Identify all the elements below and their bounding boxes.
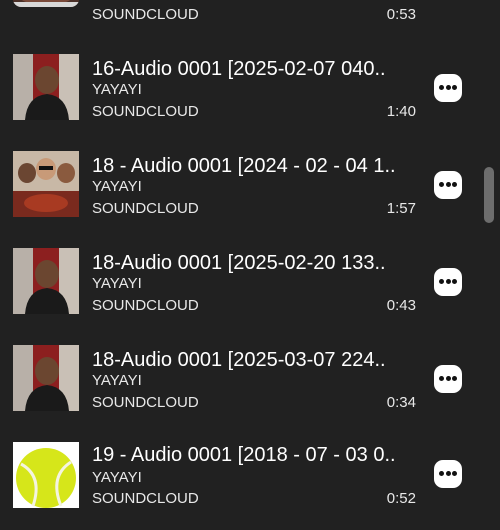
- more-dot-icon: [452, 376, 457, 381]
- more-dot-icon: [452, 279, 457, 284]
- track-thumbnail: [13, 54, 79, 120]
- track-duration: 0:53: [386, 6, 416, 23]
- track-duration: 0:34: [386, 394, 416, 411]
- more-options-button[interactable]: [434, 171, 462, 199]
- track-list: SOUNDCLOUD 0:53 16-Audio 0001 [2025-02-0…: [0, 0, 500, 508]
- track-thumbnail: [13, 442, 79, 508]
- track-duration: 0:43: [386, 297, 416, 314]
- more-dot-icon: [452, 182, 457, 187]
- person-thumbnail-image: [13, 54, 79, 120]
- track-row[interactable]: 18-Audio 0001 [2025-02-20 133.. YAYAYI S…: [0, 239, 470, 336]
- more-dot-icon: [445, 85, 451, 90]
- group-thumbnail-image: [13, 151, 79, 217]
- track-source: SOUNDCLOUD: [92, 297, 199, 314]
- track-title: 18-Audio 0001 [2025-03-07 224..: [92, 349, 386, 371]
- tennis-ball-thumbnail-image: [13, 442, 79, 508]
- more-dot-icon: [439, 182, 444, 187]
- track-duration: 0:52: [386, 490, 416, 507]
- more-dot-icon: [445, 471, 451, 476]
- more-dot-icon: [445, 279, 451, 284]
- track-artist: YAYAYI: [92, 178, 142, 195]
- track-duration: 1:40: [386, 103, 416, 120]
- more-dot-icon: [445, 376, 451, 381]
- track-title: 18-Audio 0001 [2025-02-20 133..: [92, 252, 386, 274]
- person-thumbnail-image: [13, 248, 79, 314]
- track-source: SOUNDCLOUD: [92, 490, 199, 507]
- more-options-button[interactable]: [434, 74, 462, 102]
- track-artist: YAYAYI: [92, 372, 142, 389]
- person-thumbnail-image: [13, 345, 79, 411]
- more-dot-icon: [439, 85, 444, 90]
- more-dot-icon: [439, 471, 444, 476]
- track-source: SOUNDCLOUD: [92, 394, 199, 411]
- track-thumbnail: [13, 151, 79, 217]
- track-thumbnail: [13, 0, 79, 7]
- track-row[interactable]: 19 - Audio 0001 [2018 - 07 - 03 0.. YAYA…: [0, 433, 470, 530]
- track-title: 16-Audio 0001 [2025-02-07 040..: [92, 58, 386, 80]
- track-artist: YAYAYI: [92, 469, 142, 486]
- track-title: 19 - Audio 0001 [2018 - 07 - 03 0..: [92, 444, 396, 466]
- track-duration: 1:57: [386, 200, 416, 217]
- track-source: SOUNDCLOUD: [92, 200, 199, 217]
- track-thumbnail: [13, 345, 79, 411]
- more-options-button[interactable]: [434, 268, 462, 296]
- track-row[interactable]: 16-Audio 0001 [2025-02-07 040.. YAYAYI S…: [0, 45, 470, 142]
- scrollbar-thumb[interactable]: [484, 167, 494, 223]
- more-dot-icon: [439, 376, 444, 381]
- more-dot-icon: [439, 279, 444, 284]
- track-row[interactable]: 18-Audio 0001 [2025-03-07 224.. YAYAYI S…: [0, 336, 470, 433]
- track-thumbnail: [13, 248, 79, 314]
- more-dot-icon: [445, 182, 451, 187]
- track-row[interactable]: SOUNDCLOUD 0:53: [0, 0, 470, 29]
- track-row[interactable]: 18 - Audio 0001 [2024 - 02 - 04 1.. YAYA…: [0, 142, 470, 239]
- track-source: SOUNDCLOUD: [92, 6, 199, 23]
- track-title: 18 - Audio 0001 [2024 - 02 - 04 1..: [92, 155, 396, 177]
- more-options-button[interactable]: [434, 365, 462, 393]
- track-artist: YAYAYI: [92, 81, 142, 98]
- more-options-button[interactable]: [434, 460, 462, 488]
- more-dot-icon: [452, 85, 457, 90]
- more-dot-icon: [452, 471, 457, 476]
- track-artist: YAYAYI: [92, 275, 142, 292]
- track-source: SOUNDCLOUD: [92, 103, 199, 120]
